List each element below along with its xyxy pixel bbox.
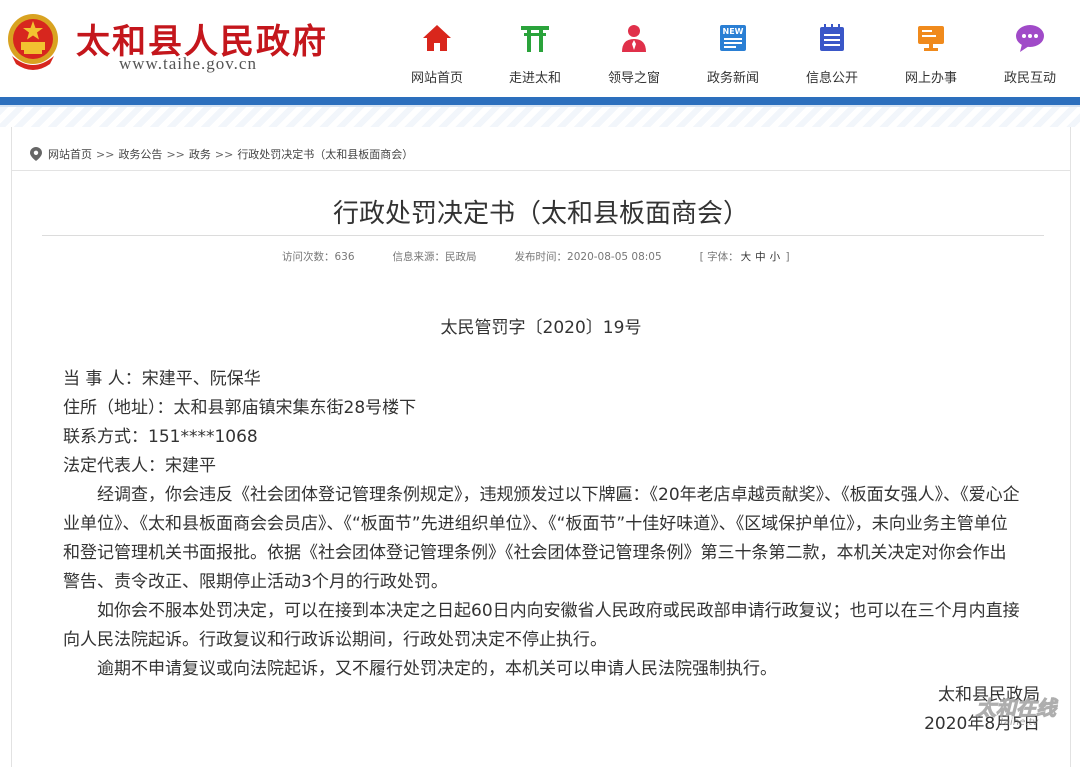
online-service-icon bbox=[918, 26, 944, 51]
body-paragraph: 如你会不服本处罚决定，可以在接到本决定之日起60日内向安徽省人民政府或民政部申请… bbox=[63, 601, 1020, 650]
breadcrumb-current[interactable]: 行政处罚决定书（太和县板面商会） bbox=[237, 146, 413, 162]
nav-item-leaders[interactable]: 领导之窗 bbox=[592, 0, 676, 97]
nav-label: 政民互动 bbox=[1003, 71, 1056, 86]
article-meta: 访问次数：636 信息来源：民政局 发布时间：2020-08-05 08:05 … bbox=[282, 249, 790, 264]
nav-item-info-disclosure[interactable]: 信息公开 bbox=[790, 0, 874, 97]
site-header: 太和县人民政府 www.taihe.gov.cn 网站首页 走进太和 领导之窗 … bbox=[0, 0, 1080, 97]
font-medium-button[interactable]: 中 bbox=[755, 251, 766, 263]
body-paragraph: 逾期不申请复议或向法院起诉，又不履行处罚决定的，本机关可以申请人民法院强制执行。 bbox=[97, 659, 777, 679]
document-number: 太民管罚字〔2020〕19号 bbox=[440, 318, 642, 338]
nav-label: 网上办事 bbox=[904, 71, 957, 86]
gate-icon bbox=[521, 26, 549, 52]
svg-text:NEW: NEW bbox=[723, 27, 744, 36]
national-emblem-icon[interactable] bbox=[6, 12, 60, 74]
meta-date: 发布时间：2020-08-05 08:05 bbox=[514, 251, 662, 263]
info-list-icon bbox=[820, 24, 844, 51]
main-nav: 网站首页 走进太和 领导之窗 NEW 政务新闻 信息公开 网上办事 政民互动 bbox=[395, 0, 1080, 97]
watermark: 太和在线 taihe.tv bbox=[946, 690, 1076, 736]
home-icon bbox=[423, 25, 451, 51]
font-size-switcher: [ 字体：大中小 ] bbox=[699, 251, 790, 263]
font-large-button[interactable]: 大 bbox=[741, 251, 752, 263]
title-divider bbox=[42, 235, 1044, 236]
breadcrumb-separator: >> bbox=[96, 147, 115, 161]
meta-views: 访问次数：636 bbox=[282, 251, 355, 263]
leader-icon bbox=[622, 25, 646, 52]
address-line: 住所（地址）：太和县郭庙镇宋集东街28号楼下 bbox=[63, 398, 417, 418]
nav-label: 网站首页 bbox=[410, 71, 463, 86]
font-small-button[interactable]: 小 bbox=[770, 251, 781, 263]
nav-label: 信息公开 bbox=[805, 71, 858, 86]
nav-item-online-service[interactable]: 网上办事 bbox=[889, 0, 973, 97]
decorative-band bbox=[0, 107, 1080, 127]
location-pin-icon bbox=[30, 147, 42, 161]
nav-label: 政务新闻 bbox=[706, 71, 759, 86]
body-paragraph: 经调查，你会违反《社会团体登记管理条例规定》，违规颁发过以下牌匾：《20年老店卓… bbox=[63, 485, 1020, 592]
article-panel: 网站首页 >> 政务公告 >> 政务 >> 行政处罚决定书（太和县板面商会） 行… bbox=[11, 127, 1071, 767]
breadcrumb-divider bbox=[12, 170, 1070, 171]
nav-item-about-taihe[interactable]: 走进太和 bbox=[493, 0, 577, 97]
meta-source: 信息来源：民政局 bbox=[392, 251, 477, 263]
nav-label: 走进太和 bbox=[508, 71, 561, 86]
news-icon: NEW bbox=[720, 25, 746, 51]
breadcrumb-announcements[interactable]: 政务公告 bbox=[118, 146, 162, 162]
nav-item-interaction[interactable]: 政民互动 bbox=[988, 0, 1072, 97]
party-line: 当 事 人：宋建平、阮保华 bbox=[63, 369, 261, 389]
header-divider bbox=[0, 97, 1080, 107]
nav-label: 领导之窗 bbox=[607, 71, 660, 86]
watermark-sub: taihe.tv bbox=[1000, 717, 1039, 728]
legal-rep-line: 法定代表人：宋建平 bbox=[63, 456, 216, 476]
contact-line: 联系方式：151****1068 bbox=[63, 427, 258, 447]
nav-item-news[interactable]: NEW 政务新闻 bbox=[691, 0, 775, 97]
breadcrumb-separator: >> bbox=[214, 147, 234, 161]
breadcrumb-government-affairs[interactable]: 政务 bbox=[189, 146, 211, 162]
breadcrumb-separator: >> bbox=[166, 147, 185, 161]
page-title: 行政处罚决定书（太和县板面商会） bbox=[332, 199, 749, 229]
article-body: 当 事 人：宋建平、阮保华 住所（地址）：太和县郭庙镇宋集东街28号楼下 联系方… bbox=[63, 365, 1023, 684]
breadcrumb: 网站首页 >> 政务公告 >> 政务 >> 行政处罚决定书（太和县板面商会） bbox=[30, 145, 413, 163]
nav-item-home[interactable]: 网站首页 bbox=[395, 0, 479, 97]
breadcrumb-home[interactable]: 网站首页 bbox=[48, 146, 92, 162]
chat-icon bbox=[1016, 25, 1044, 52]
site-url[interactable]: www.taihe.gov.cn bbox=[119, 54, 257, 74]
